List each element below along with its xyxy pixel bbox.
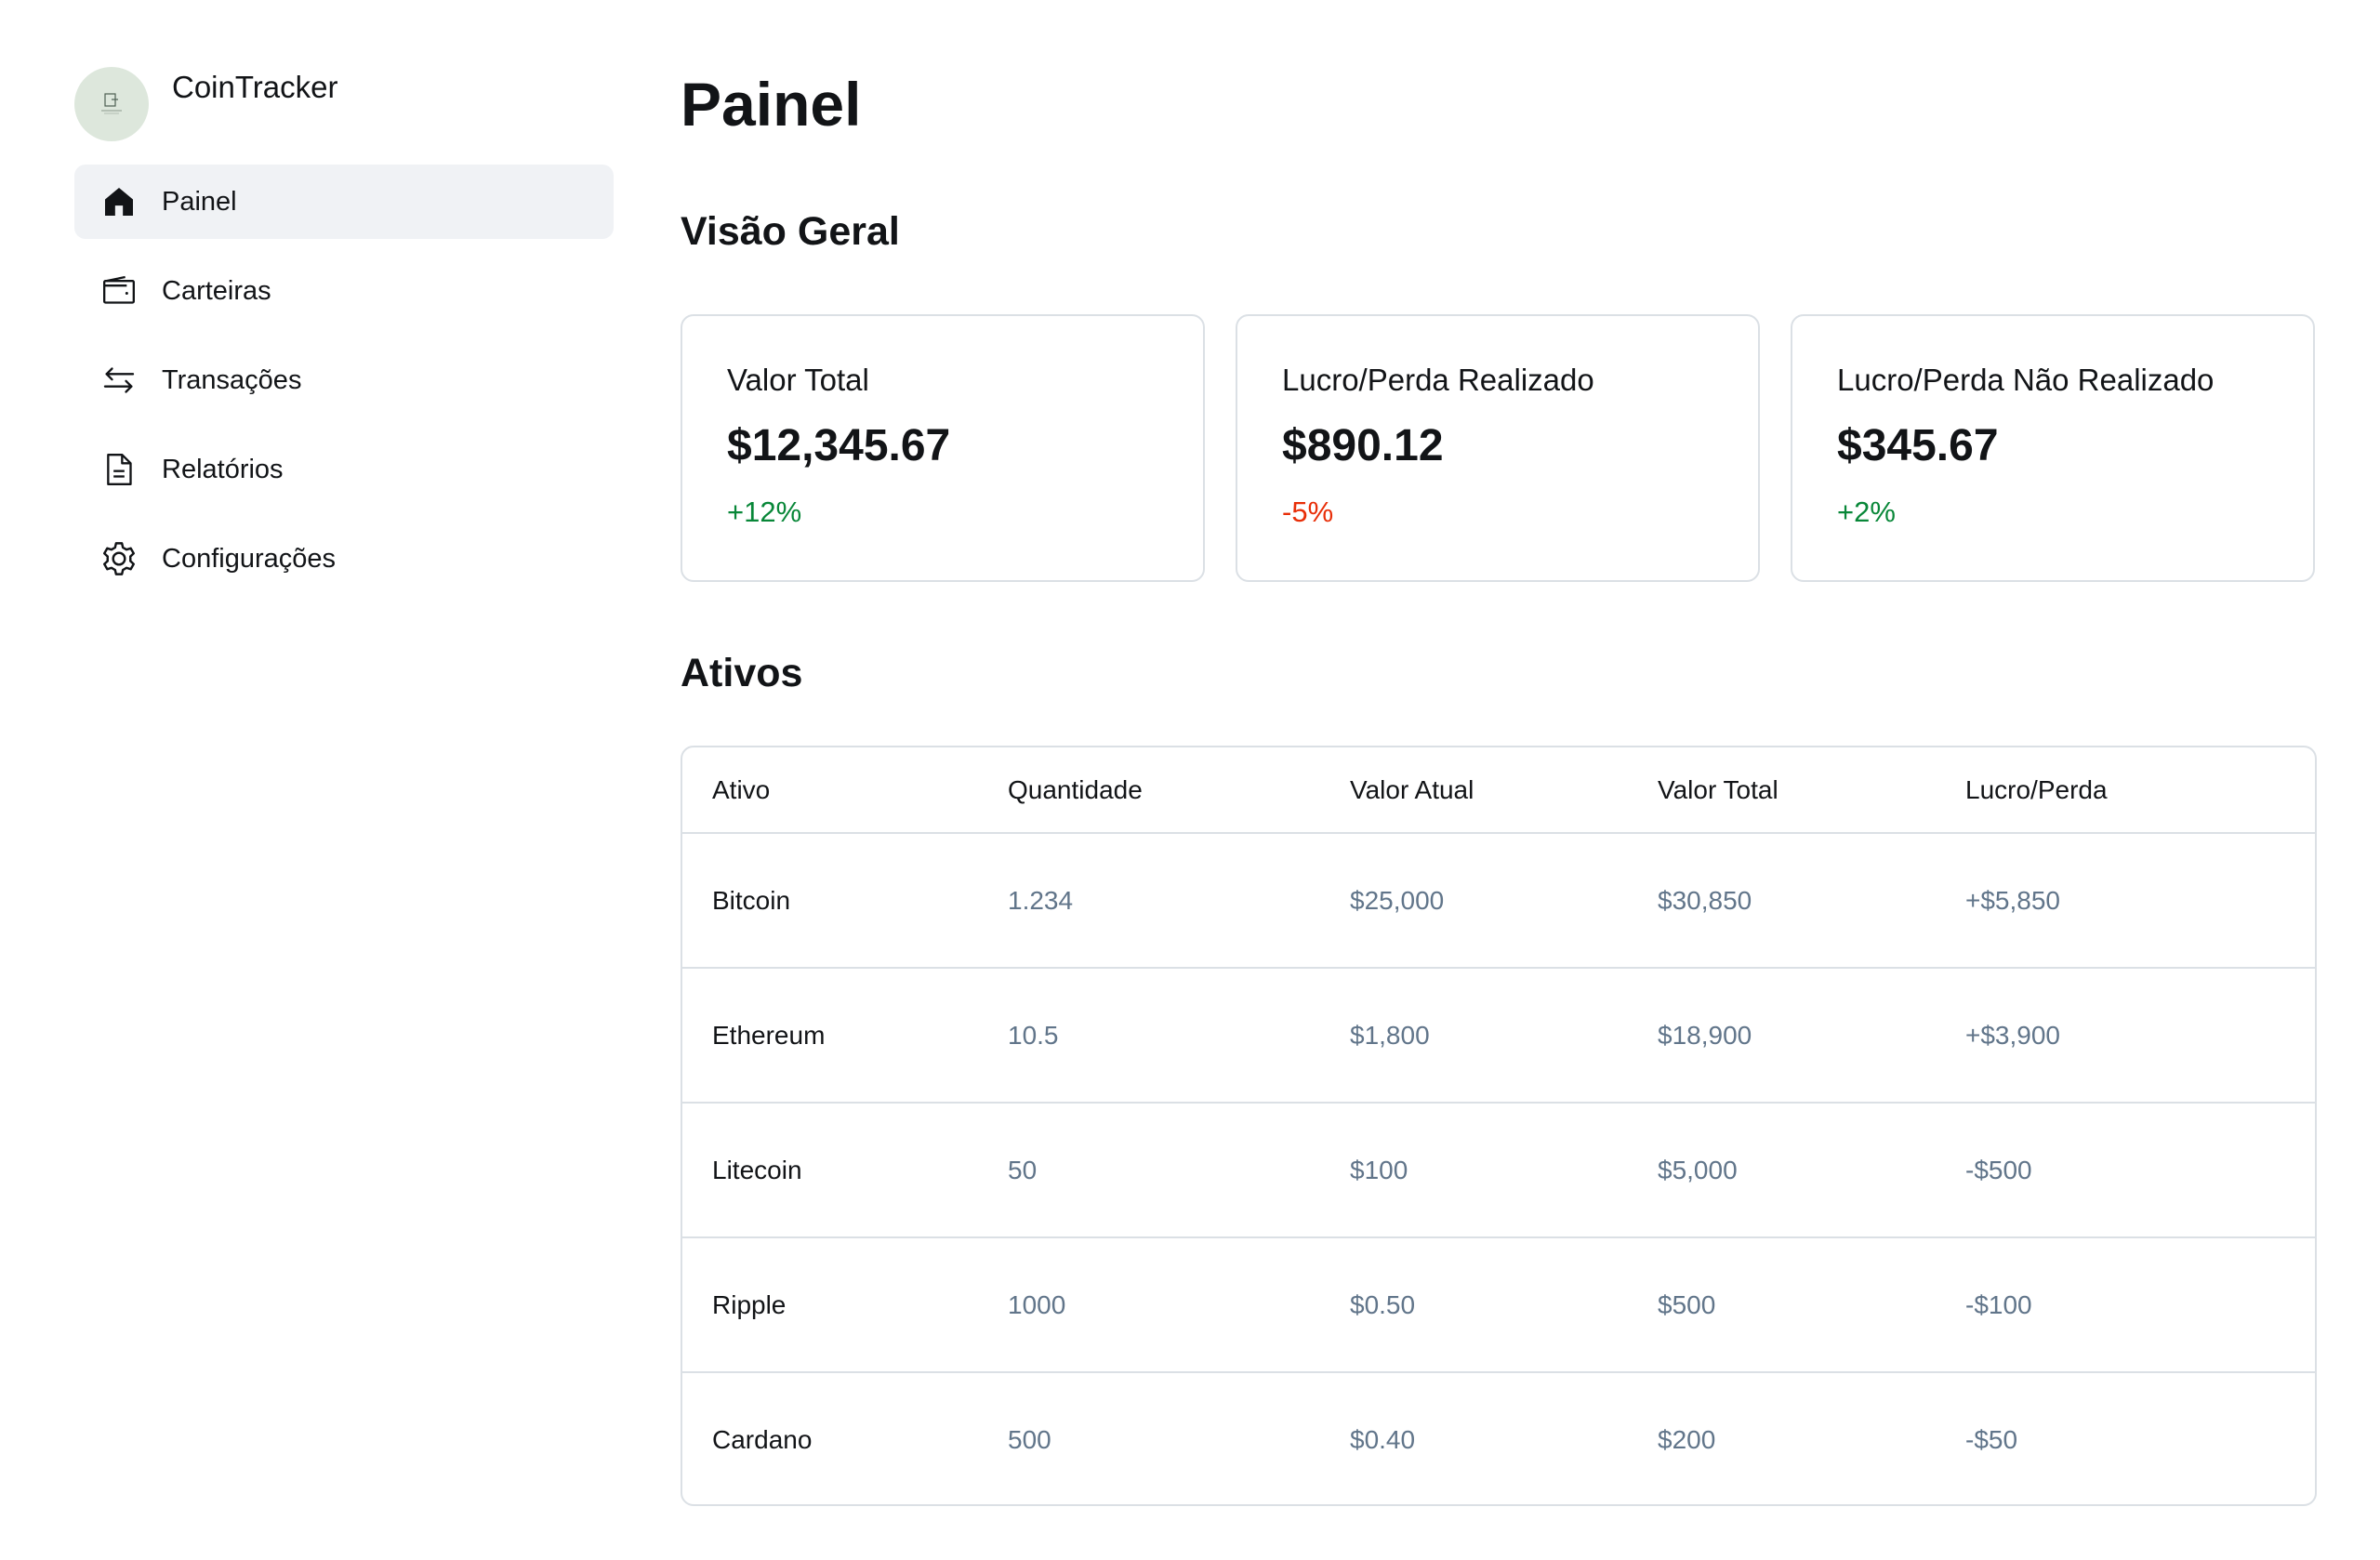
column-header-asset[interactable]: Ativo <box>682 747 1008 834</box>
cell-total-value: $30,850 <box>1658 833 1965 969</box>
card-label: Valor Total <box>727 363 869 397</box>
column-header-profit-loss[interactable]: Lucro/Perda <box>1965 747 2315 834</box>
sidebar-item-label: Carteiras <box>162 275 271 306</box>
cell-asset: Ripple <box>682 1237 1008 1373</box>
card-label: Lucro/Perda Realizado <box>1282 363 1594 397</box>
card-label: Lucro/Perda Não Realizado <box>1837 363 2215 397</box>
transfer-arrows-icon <box>99 360 139 401</box>
cell-quantity: 1000 <box>1008 1237 1350 1373</box>
cell-asset: Bitcoin <box>682 833 1008 969</box>
cell-current-value: $0.50 <box>1350 1237 1658 1373</box>
sidebar-item-transacoes[interactable]: Transações <box>74 343 614 417</box>
column-header-current-value[interactable]: Valor Atual <box>1350 747 1658 834</box>
cell-current-value: $100 <box>1350 1103 1658 1238</box>
sidebar-item-configuracoes[interactable]: Configurações <box>74 522 614 596</box>
table-row[interactable]: Ripple 1000 $0.50 $500 -$100 <box>682 1237 2315 1373</box>
logo-icon <box>101 93 122 114</box>
cell-quantity: 500 <box>1008 1424 1051 1454</box>
cell-current-value: $1,800 <box>1350 968 1658 1104</box>
card-change: -5% <box>1282 496 1334 528</box>
overview-cards: Valor Total $12,345.67 +12% Lucro/Perda … <box>681 314 2315 582</box>
cell-quantity: 50 <box>1008 1103 1350 1238</box>
avatar[interactable] <box>74 67 149 141</box>
wallet-icon <box>99 271 139 311</box>
brand: CoinTracker <box>74 67 614 143</box>
sidebar-item-painel[interactable]: Painel <box>74 165 614 239</box>
cell-quantity: 10.5 <box>1008 968 1350 1104</box>
table-row[interactable]: Ethereum 10.5 $1,800 $18,900 +$3,900 <box>682 968 2315 1104</box>
cell-current-value: $0.40 <box>1350 1424 1416 1454</box>
table-row[interactable]: Litecoin 50 $100 $5,000 -$500 <box>682 1103 2315 1238</box>
card-value: $12,345.67 <box>727 421 951 470</box>
sidebar-item-label: Transações <box>162 364 302 395</box>
table-row[interactable]: Cardano 500 $0.40 $200 -$50 <box>682 1372 2315 1504</box>
summary-card-unrealized-pl: Lucro/Perda Não Realizado $345.67 +2% <box>1791 314 2315 582</box>
cell-total-value: $5,000 <box>1658 1103 1965 1238</box>
summary-card-total-value: Valor Total $12,345.67 +12% <box>681 314 1205 582</box>
cell-profit-loss: -$100 <box>1965 1237 2315 1373</box>
document-icon <box>99 449 139 490</box>
cell-profit-loss: -$50 <box>1965 1424 2018 1454</box>
cell-asset: Cardano <box>712 1424 813 1454</box>
home-icon <box>99 181 139 222</box>
cell-asset: Ethereum <box>682 968 1008 1104</box>
sidebar-item-label: Relatórios <box>162 454 284 484</box>
sidebar-item-carteiras[interactable]: Carteiras <box>74 254 614 328</box>
sidebar-item-label: Painel <box>162 186 237 217</box>
cell-total-value: $500 <box>1658 1237 1965 1373</box>
overview-title: Visão Geral <box>681 209 900 254</box>
column-header-quantity[interactable]: Quantidade <box>1008 747 1350 834</box>
app-name: CoinTracker <box>172 70 338 104</box>
cell-profit-loss: +$3,900 <box>1965 968 2315 1104</box>
card-change: +12% <box>727 496 802 528</box>
cell-profit-loss: -$500 <box>1965 1103 2315 1238</box>
cell-total-value: $200 <box>1658 1424 1716 1454</box>
cell-quantity: 1.234 <box>1008 833 1350 969</box>
sidebar: CoinTracker Painel Carteiras Transações … <box>74 67 614 611</box>
page-title: Painel <box>681 70 862 139</box>
cell-total-value: $18,900 <box>1658 968 1965 1104</box>
summary-card-realized-pl: Lucro/Perda Realizado $890.12 -5% <box>1236 314 1760 582</box>
assets-title: Ativos <box>681 651 803 695</box>
sidebar-item-label: Configurações <box>162 543 336 574</box>
cell-asset: Litecoin <box>682 1103 1008 1238</box>
card-value: $345.67 <box>1837 421 1999 470</box>
cell-current-value: $25,000 <box>1350 833 1658 969</box>
assets-table: Ativo Quantidade Valor Atual Valor Total… <box>681 746 2317 1506</box>
card-value: $890.12 <box>1282 421 1444 470</box>
table-row[interactable]: Bitcoin 1.234 $25,000 $30,850 +$5,850 <box>682 833 2315 969</box>
gear-icon <box>99 538 139 579</box>
table-header-row: Ativo Quantidade Valor Atual Valor Total… <box>682 747 2315 834</box>
column-header-total-value[interactable]: Valor Total <box>1658 747 1965 834</box>
sidebar-item-relatorios[interactable]: Relatórios <box>74 432 614 507</box>
card-change: +2% <box>1837 496 1896 528</box>
cell-profit-loss: +$5,850 <box>1965 833 2315 969</box>
